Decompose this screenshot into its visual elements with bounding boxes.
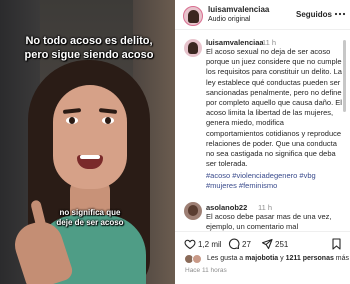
author-avatar[interactable] bbox=[183, 6, 203, 26]
action-bar: 1,2 mil 27 251 bbox=[175, 231, 350, 253]
author-username[interactable]: luisamvalenciaa bbox=[208, 5, 269, 14]
more-horizontal-icon[interactable] bbox=[334, 9, 346, 19]
left-eye bbox=[66, 117, 78, 124]
likes-summary: Les gusta a majobotia y 1211 personas má… bbox=[175, 252, 350, 266]
person-face bbox=[53, 85, 127, 189]
left-eyebrow bbox=[62, 108, 82, 114]
reel-video[interactable]: No todo acoso es delito, pero sigue sien… bbox=[0, 0, 175, 284]
comment-avatar[interactable] bbox=[184, 39, 202, 57]
like-action[interactable]: 1,2 mil bbox=[184, 237, 222, 251]
comment-avatar[interactable] bbox=[184, 202, 202, 220]
audio-label[interactable]: Audio original bbox=[208, 16, 250, 23]
comment-text: El acoso debe pasar mas de una vez, ejem… bbox=[206, 212, 332, 231]
post-timestamp: Hace 11 horas bbox=[185, 267, 227, 274]
likes-prefix: Les gusta a bbox=[207, 255, 246, 262]
liker-avatar bbox=[192, 254, 202, 264]
heart-icon[interactable] bbox=[184, 238, 196, 250]
comment-username[interactable]: luisamvalenciaa bbox=[206, 38, 264, 47]
share-action[interactable]: 251 bbox=[261, 237, 288, 251]
comment-icon[interactable] bbox=[228, 238, 240, 250]
hashtags[interactable]: #acoso #violenciadegenero #vbg #mujeres … bbox=[206, 171, 343, 191]
bookmark-icon[interactable] bbox=[331, 238, 342, 250]
comments-scrollbar[interactable] bbox=[343, 40, 346, 112]
likes-ending: más bbox=[333, 255, 350, 262]
comments-count: 27 bbox=[242, 239, 251, 249]
likes-conjunction: y bbox=[278, 255, 286, 262]
liker-count[interactable]: 1211 personas bbox=[286, 255, 334, 262]
video-caption-bottom: no significa que deje de ser acoso bbox=[56, 208, 124, 227]
liker-username[interactable]: majobotia bbox=[245, 255, 278, 262]
video-caption-top: No todo acoso es delito, pero sigue sien… bbox=[24, 35, 154, 61]
post-header: luisamvalenciaa Audio original Seguidos bbox=[175, 0, 350, 30]
comment-time: 11 h bbox=[262, 38, 277, 47]
mouth bbox=[77, 155, 103, 169]
likes-count: 1,2 mil bbox=[198, 239, 222, 249]
right-eye bbox=[102, 117, 114, 124]
likes-text[interactable]: Les gusta a majobotia y 1211 personas má… bbox=[207, 255, 349, 262]
comment-action[interactable]: 27 bbox=[228, 237, 251, 251]
comment-time: 11 h bbox=[258, 203, 273, 212]
post-side-panel: luisamvalenciaa Audio original Seguidos … bbox=[175, 0, 350, 284]
comment-username[interactable]: asolanob22 bbox=[206, 203, 247, 212]
right-eyebrow bbox=[98, 108, 118, 114]
shares-count: 251 bbox=[275, 239, 289, 249]
comment-text: El acoso sexual no deja de ser acoso por… bbox=[206, 47, 342, 169]
send-icon[interactable] bbox=[261, 238, 273, 250]
comments-list[interactable]: luisamvalenciaa 11 h El acoso sexual no … bbox=[175, 31, 343, 231]
following-button[interactable]: Seguidos bbox=[296, 10, 332, 19]
